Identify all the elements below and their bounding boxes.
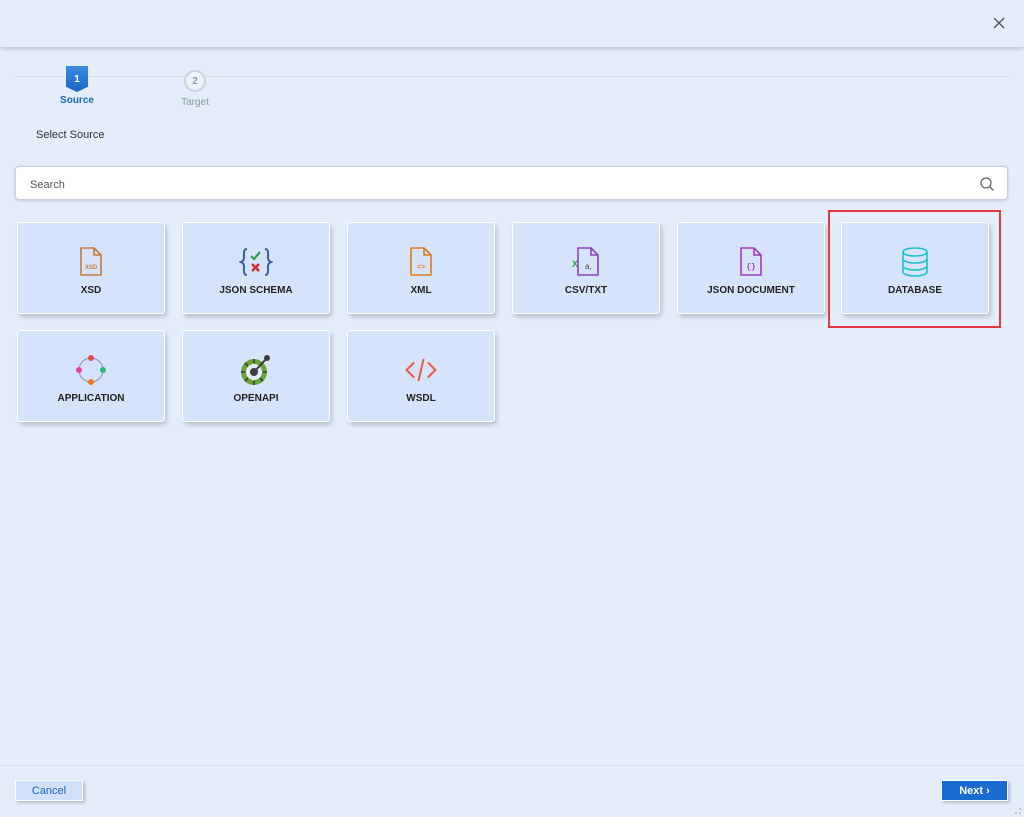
step-number: 1	[66, 66, 88, 92]
source-label: CSV/TXT	[564, 285, 608, 296]
source-card-database[interactable]: DATABASE	[841, 222, 989, 314]
step-label: Target	[181, 97, 209, 108]
source-label: DATABASE	[887, 285, 943, 296]
next-button[interactable]: Next ›	[941, 780, 1008, 801]
section-title: Select Source	[36, 129, 105, 141]
svg-text:<>: <>	[417, 264, 425, 271]
search-icon[interactable]	[979, 176, 995, 192]
source-card-wsdl[interactable]: WSDL	[347, 330, 495, 422]
source-card-json-schema[interactable]: JSON SCHEMA	[182, 222, 330, 314]
application-icon	[74, 353, 108, 387]
csv-file-icon: X a,	[569, 245, 603, 279]
step-source[interactable]: 1 Source	[52, 66, 102, 106]
source-label: OPENAPI	[233, 393, 279, 404]
stepper-track	[14, 76, 1010, 77]
source-label: JSON SCHEMA	[219, 285, 293, 296]
cancel-button[interactable]: Cancel	[15, 780, 83, 801]
openapi-icon	[239, 353, 273, 387]
search-box	[15, 166, 1008, 200]
dialog-header	[0, 0, 1024, 47]
step-label: Source	[60, 95, 94, 106]
source-card-xml[interactable]: <> XML	[347, 222, 495, 314]
step-target[interactable]: 2 Target	[170, 70, 220, 108]
source-label: XSD	[80, 285, 102, 296]
svg-text:{}: {}	[746, 263, 756, 272]
xsd-file-icon: XSD	[74, 245, 108, 279]
json-schema-icon	[239, 245, 273, 279]
source-card-xsd[interactable]: XSD XSD	[17, 222, 165, 314]
search-input[interactable]	[28, 175, 952, 195]
svg-text:a,: a,	[585, 262, 592, 271]
source-label: JSON DOCUMENT	[707, 285, 795, 296]
xml-file-icon: <>	[404, 245, 438, 279]
source-label: APPLICATION	[57, 393, 125, 404]
database-icon	[898, 245, 932, 279]
source-card-json-document[interactable]: {} JSON DOCUMENT	[677, 222, 825, 314]
svg-text:X: X	[572, 259, 578, 269]
json-document-icon: {}	[734, 245, 768, 279]
wsdl-code-icon	[404, 353, 438, 387]
source-card-csv-txt[interactable]: X a, CSV/TXT	[512, 222, 660, 314]
source-label: WSDL	[406, 393, 436, 404]
step-number: 2	[184, 70, 206, 92]
source-card-application[interactable]: APPLICATION	[17, 330, 165, 422]
close-icon[interactable]	[990, 14, 1008, 32]
resize-grip-icon[interactable]	[1014, 807, 1022, 815]
footer-divider	[0, 765, 1024, 766]
source-label: XML	[410, 285, 432, 296]
svg-text:XSD: XSD	[85, 265, 98, 271]
source-card-openapi[interactable]: OPENAPI	[182, 330, 330, 422]
